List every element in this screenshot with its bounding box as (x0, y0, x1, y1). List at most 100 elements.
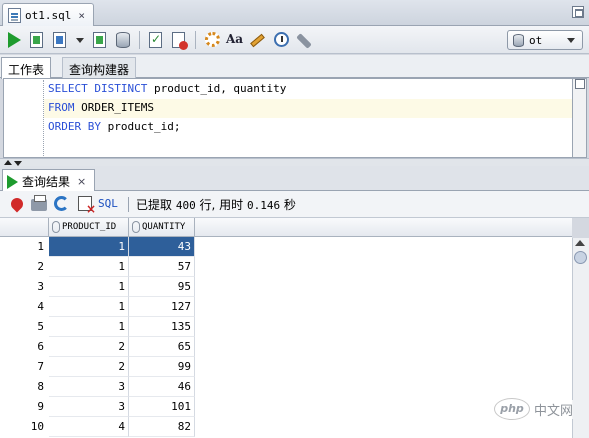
scroll-thumb[interactable] (574, 251, 587, 264)
column-header-label: QUANTITY (142, 222, 186, 232)
sql-history-button[interactable] (271, 30, 291, 50)
table-row[interactable]: 2 1 57 (0, 257, 572, 277)
tab-query-result[interactable]: 查询结果 × (2, 169, 96, 191)
cell-quantity[interactable]: 101 (129, 397, 195, 417)
autotrace-dropdown[interactable] (70, 30, 84, 50)
table-row[interactable]: 6 2 65 (0, 337, 572, 357)
tools-button[interactable] (294, 30, 314, 50)
sort-icon[interactable] (52, 221, 60, 233)
run-statement-button[interactable] (4, 30, 24, 50)
results-grid[interactable]: PRODUCT_ID QUANTITY 1 1 43 2 1 57 3 1 95… (0, 218, 572, 438)
to-upper-lower-button[interactable]: Aa (225, 30, 245, 50)
commit-button[interactable] (146, 30, 166, 50)
close-icon[interactable]: × (78, 9, 85, 22)
freeze-view-button[interactable] (8, 195, 26, 213)
column-header-product-id[interactable]: PRODUCT_ID (49, 218, 129, 237)
cell-product-id[interactable]: 3 (49, 397, 129, 417)
table-row[interactable]: 1 1 43 (0, 237, 572, 257)
sql-keyword: ORDER BY (48, 120, 101, 133)
document-tab-ot1-sql[interactable]: ot1.sql × (2, 3, 94, 26)
autotrace-button[interactable] (50, 30, 70, 50)
cell-quantity[interactable]: 46 (129, 377, 195, 397)
elapsed-time: 0.146 (246, 199, 281, 212)
collapse-up-icon[interactable] (4, 160, 12, 165)
unshared-worksheet-button[interactable] (202, 30, 222, 50)
cell-quantity[interactable]: 95 (129, 277, 195, 297)
explain-plan-icon (93, 32, 106, 48)
table-row[interactable]: 3 1 95 (0, 277, 572, 297)
sql-text: product_id; (100, 120, 181, 133)
pin-icon (8, 195, 26, 213)
fetch-status: 已提取 400 行, 用时 0.146 秒 (136, 196, 296, 213)
grid-header: PRODUCT_ID QUANTITY (0, 218, 572, 237)
row-number: 1 (0, 237, 49, 257)
results-toolbar: SQL 已提取 400 行, 用时 0.146 秒 (0, 191, 589, 218)
tab-worksheet[interactable]: 工作表 (1, 57, 52, 79)
chevron-down-icon (567, 38, 575, 43)
row-number: 8 (0, 377, 49, 397)
document-tab-label: ot1.sql (25, 8, 72, 22)
table-row[interactable]: 4 1 127 (0, 297, 572, 317)
run-script-icon (30, 32, 43, 48)
table-row[interactable]: 5 1 135 (0, 317, 572, 337)
sql-file-icon (8, 7, 21, 23)
cell-product-id[interactable]: 1 (49, 317, 129, 337)
cell-quantity[interactable]: 43 (129, 237, 195, 257)
code-line[interactable]: ORDER BY product_id; (44, 118, 572, 137)
run-script-button[interactable] (27, 30, 47, 50)
connection-select[interactable]: ot (507, 30, 583, 50)
table-row[interactable]: 10 4 82 (0, 417, 572, 437)
row-number-header (0, 218, 49, 237)
cell-product-id[interactable]: 3 (49, 377, 129, 397)
cell-product-id[interactable]: 1 (49, 297, 129, 317)
cell-quantity[interactable]: 57 (129, 257, 195, 277)
toolbar-divider (139, 31, 140, 49)
tab-query-builder[interactable]: 查询构建器 (62, 57, 137, 78)
table-row[interactable]: 9 3 101 (0, 397, 572, 417)
cell-product-id[interactable]: 1 (49, 237, 129, 257)
cell-product-id[interactable]: 1 (49, 277, 129, 297)
print-button[interactable] (30, 195, 48, 213)
export-button[interactable] (76, 195, 96, 216)
restore-window-icon[interactable] (572, 6, 584, 18)
grid-scrollbar[interactable] (572, 238, 589, 438)
php-logo: php (494, 398, 530, 420)
column-header-quantity[interactable]: QUANTITY (129, 218, 195, 237)
pane-splitter[interactable] (0, 158, 589, 166)
sql-text: product_id, quantity (147, 82, 287, 95)
refresh-button[interactable] (53, 195, 71, 213)
cell-quantity[interactable]: 65 (129, 337, 195, 357)
cell-product-id[interactable]: 2 (49, 357, 129, 377)
run-icon (7, 174, 18, 189)
row-number: 5 (0, 317, 49, 337)
code-line-current[interactable]: FROM ORDER_ITEMS (44, 99, 572, 118)
editor-scrollbar[interactable] (573, 78, 587, 158)
cell-quantity[interactable]: 135 (129, 317, 195, 337)
scroll-up-icon[interactable] (575, 240, 585, 246)
watermark-text: 中文网 (534, 399, 574, 419)
cell-quantity[interactable]: 82 (129, 417, 195, 437)
editor-scroll-square[interactable] (575, 79, 585, 89)
cell-quantity[interactable]: 99 (129, 357, 195, 377)
status-text: 秒 (280, 198, 296, 212)
toolbar-divider (195, 31, 196, 49)
cell-product-id[interactable]: 1 (49, 257, 129, 277)
sort-icon[interactable] (132, 221, 140, 233)
table-row[interactable]: 7 2 99 (0, 357, 572, 377)
connection-name: ot (529, 33, 543, 47)
sql-link[interactable]: SQL (98, 197, 118, 210)
cell-quantity[interactable]: 127 (129, 297, 195, 317)
rollback-button[interactable] (169, 30, 189, 50)
sql-tuning-button[interactable] (113, 30, 133, 50)
code-line[interactable]: SELECT DISTINCT product_id, quantity (44, 80, 572, 99)
cell-product-id[interactable]: 4 (49, 417, 129, 437)
row-number: 10 (0, 417, 49, 437)
table-row[interactable]: 8 3 46 (0, 377, 572, 397)
row-number: 6 (0, 337, 49, 357)
clear-button[interactable] (248, 30, 268, 50)
database-icon (116, 32, 130, 48)
row-number: 2 (0, 257, 49, 277)
cell-product-id[interactable]: 2 (49, 337, 129, 357)
explain-plan-button[interactable] (90, 30, 110, 50)
close-icon[interactable]: × (77, 175, 86, 188)
